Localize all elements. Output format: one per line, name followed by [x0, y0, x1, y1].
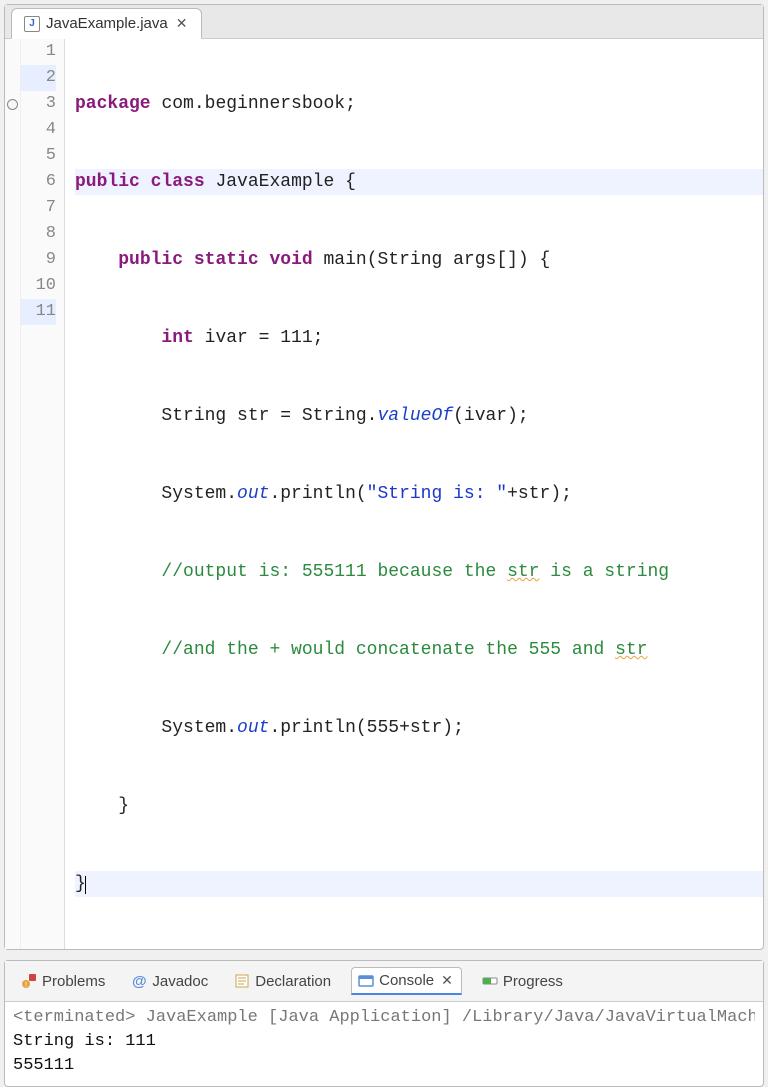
- close-icon[interactable]: ✕: [439, 972, 455, 989]
- problems-icon: !: [21, 973, 37, 989]
- svg-text:!: !: [25, 982, 27, 989]
- tab-console[interactable]: Console ✕: [351, 967, 462, 995]
- line-number: 7: [21, 195, 56, 221]
- line-number: 2: [21, 65, 56, 91]
- code-area[interactable]: 1 2 3 4 5 6 7 8 9 10 11 package com.begi…: [5, 39, 763, 949]
- code-text[interactable]: package com.beginnersbook; public class …: [65, 39, 763, 949]
- console-output-line: 555111: [13, 1054, 755, 1078]
- editor-pane: J JavaExample.java ✕ 1 2 3 4 5 6 7 8 9 1…: [4, 4, 764, 950]
- line-number: 8: [21, 221, 56, 247]
- console-icon: [358, 973, 374, 989]
- line-number: 3: [21, 91, 56, 117]
- text-cursor: [85, 876, 86, 894]
- tab-progress[interactable]: Progress: [476, 969, 569, 994]
- marker-column: [5, 39, 21, 949]
- declaration-icon: [234, 973, 250, 989]
- console-body[interactable]: <terminated> JavaExample [Java Applicati…: [5, 1002, 763, 1086]
- tab-filename: JavaExample.java: [46, 15, 168, 32]
- line-number-gutter: 1 2 3 4 5 6 7 8 9 10 11: [21, 39, 65, 949]
- editor-tab[interactable]: J JavaExample.java ✕: [11, 8, 202, 39]
- tab-problems[interactable]: ! Problems: [15, 969, 111, 994]
- tab-declaration[interactable]: Declaration: [228, 969, 337, 994]
- tab-javadoc[interactable]: @ Javadoc: [125, 969, 214, 994]
- javadoc-icon: @: [131, 973, 147, 989]
- bottom-pane: ! Problems @ Javadoc Declaration Console…: [4, 960, 764, 1087]
- line-number: 6: [21, 169, 56, 195]
- close-icon[interactable]: ✕: [174, 15, 190, 32]
- progress-icon: [482, 973, 498, 989]
- tab-label: Declaration: [255, 973, 331, 990]
- line-number: 9: [21, 247, 56, 273]
- line-number: 5: [21, 143, 56, 169]
- line-number: 1: [21, 39, 56, 65]
- fold-handle[interactable]: [5, 91, 20, 117]
- editor-tab-bar: J JavaExample.java ✕: [5, 5, 763, 39]
- tab-label: Javadoc: [152, 973, 208, 990]
- line-number: 4: [21, 117, 56, 143]
- java-file-icon: J: [24, 16, 40, 32]
- tab-label: Progress: [503, 973, 563, 990]
- views-tab-bar: ! Problems @ Javadoc Declaration Console…: [5, 961, 763, 1002]
- tab-label: Problems: [42, 973, 105, 990]
- line-number: 11: [21, 299, 56, 325]
- console-output-line: String is: 111: [13, 1030, 755, 1054]
- tab-label: Console: [379, 972, 434, 989]
- line-number: 10: [21, 273, 56, 299]
- console-launch-header: <terminated> JavaExample [Java Applicati…: [13, 1006, 755, 1030]
